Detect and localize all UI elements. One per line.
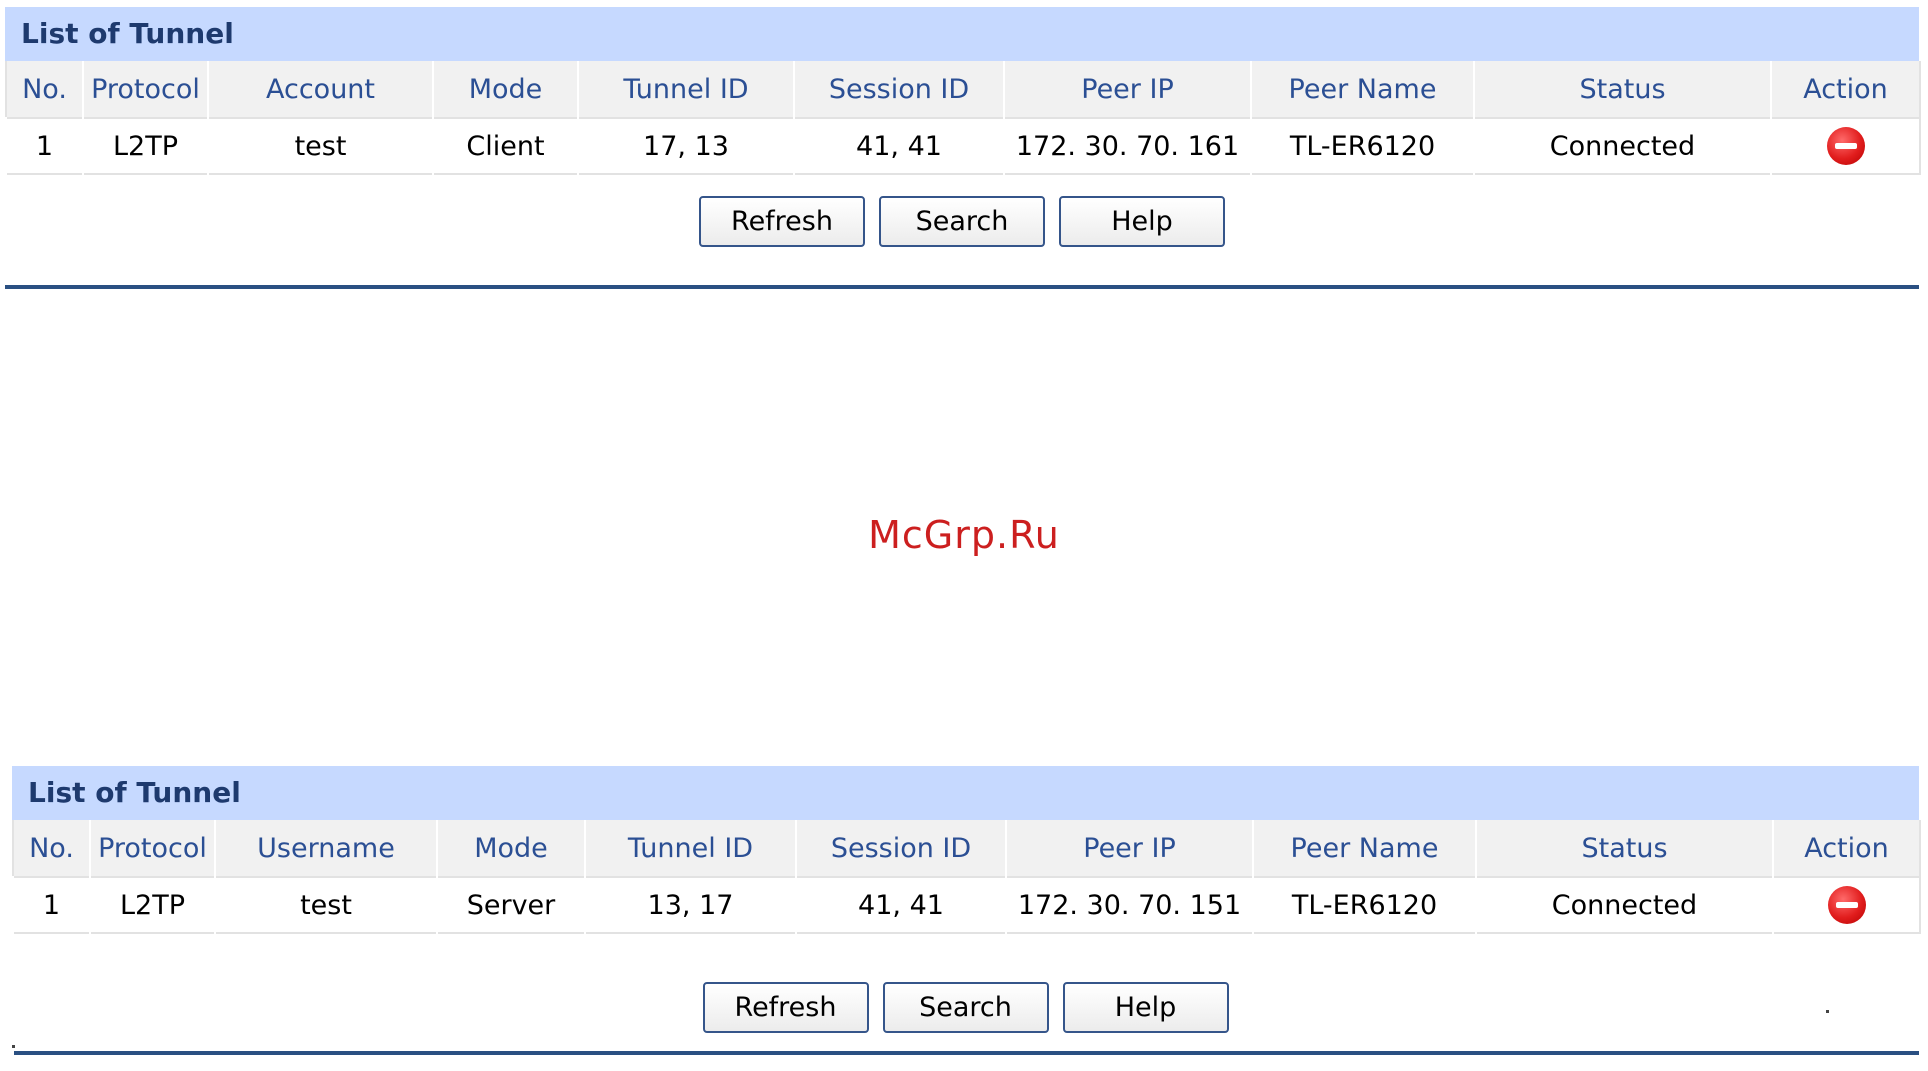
divider [14, 1051, 1919, 1055]
column-header-protocol: Protocol [82, 61, 208, 118]
column-header-username: Username [214, 820, 437, 877]
table-header-row: No. Protocol Username Mode Tunnel ID Ses… [13, 820, 1920, 877]
tunnel-list-panel-client: List of Tunnel No. Protocol Account Mode… [5, 7, 1921, 247]
column-header-session-id: Session ID [795, 820, 1006, 877]
column-header-session-id: Session ID [793, 61, 1004, 118]
cell-peer-name: TL-ER6120 [1252, 876, 1476, 933]
column-header-no: No. [13, 820, 90, 877]
column-header-tunnel-id: Tunnel ID [577, 61, 794, 118]
refresh-button[interactable]: Refresh [699, 196, 865, 247]
cell-no: 1 [12, 876, 90, 933]
cell-protocol: L2TP [82, 117, 208, 174]
column-header-peer-name: Peer Name [1250, 61, 1474, 118]
cell-action [1770, 117, 1920, 174]
refresh-button[interactable]: Refresh [702, 982, 869, 1033]
cell-action [1772, 876, 1920, 933]
delete-icon[interactable] [1827, 886, 1866, 924]
column-header-action: Action [1772, 820, 1920, 877]
cell-session-id: 41, 41 [793, 117, 1004, 174]
cell-mode: Server [436, 876, 585, 933]
cell-peer-name: TL-ER6120 [1250, 117, 1474, 174]
button-row: Refresh Search Help [5, 196, 1919, 247]
column-header-mode: Mode [432, 61, 578, 118]
column-header-no: No. [6, 61, 83, 118]
column-header-peer-ip: Peer IP [1005, 820, 1253, 877]
cell-status: Connected [1475, 876, 1773, 933]
search-button[interactable]: Search [879, 196, 1045, 247]
button-row: Refresh Search Help [12, 982, 1919, 1033]
tunnel-list-panel-server: List of Tunnel No. Protocol Username Mod… [12, 766, 1921, 1033]
column-header-peer-name: Peer Name [1252, 820, 1476, 877]
panel-title: List of Tunnel [12, 766, 1919, 820]
table-header-row: No. Protocol Account Mode Tunnel ID Sess… [6, 61, 1920, 118]
cell-session-id: 41, 41 [795, 876, 1006, 933]
column-header-status: Status [1473, 61, 1771, 118]
cell-status: Connected [1473, 117, 1771, 174]
column-header-peer-ip: Peer IP [1003, 61, 1251, 118]
column-header-account: Account [207, 61, 433, 118]
cell-mode: Client [432, 117, 578, 174]
column-header-mode: Mode [436, 820, 585, 877]
help-button[interactable]: Help [1059, 196, 1225, 247]
column-header-action: Action [1770, 61, 1920, 118]
cell-tunnel-id: 13, 17 [584, 876, 796, 933]
tunnel-table: No. Protocol Account Mode Tunnel ID Sess… [5, 61, 1921, 175]
stray-dot [12, 1045, 15, 1048]
table-row: 1 L2TP test Client 17, 13 41, 41 172. 30… [5, 117, 1920, 174]
divider [5, 285, 1919, 289]
delete-icon[interactable] [1826, 127, 1865, 165]
cell-peer-ip: 172. 30. 70. 151 [1005, 876, 1253, 933]
cell-no: 1 [5, 117, 83, 174]
cell-peer-ip: 172. 30. 70. 161 [1003, 117, 1251, 174]
column-header-protocol: Protocol [89, 820, 215, 877]
column-header-tunnel-id: Tunnel ID [584, 820, 796, 877]
cell-username: test [214, 876, 437, 933]
panel-title: List of Tunnel [5, 7, 1919, 61]
cell-account: test [207, 117, 433, 174]
search-button[interactable]: Search [882, 982, 1049, 1033]
cell-tunnel-id: 17, 13 [577, 117, 794, 174]
help-button[interactable]: Help [1062, 982, 1229, 1033]
watermark: McGrp.Ru [868, 513, 1060, 557]
cell-protocol: L2TP [89, 876, 215, 933]
tunnel-table: No. Protocol Username Mode Tunnel ID Ses… [12, 820, 1921, 934]
table-row: 1 L2TP test Server 13, 17 41, 41 172. 30… [12, 876, 1920, 933]
column-header-status: Status [1475, 820, 1773, 877]
stray-dot [1826, 1010, 1829, 1013]
